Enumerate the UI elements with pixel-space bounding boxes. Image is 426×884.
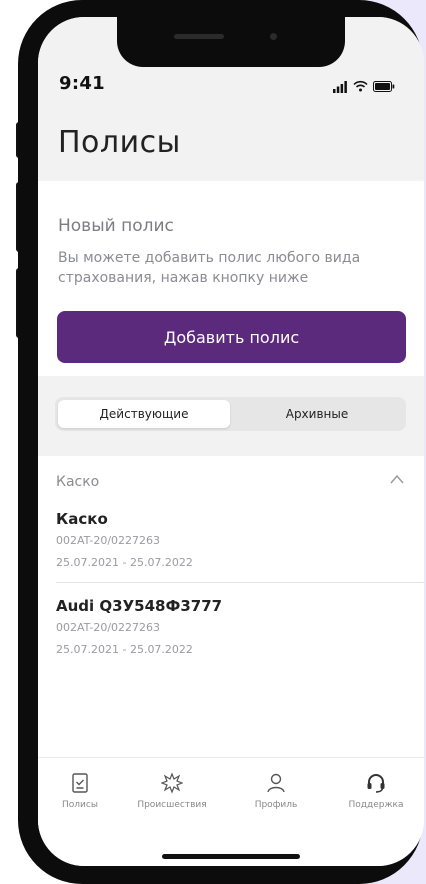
home-indicator bbox=[162, 854, 300, 859]
chevron-up-icon[interactable] bbox=[390, 474, 404, 484]
incident-icon bbox=[161, 772, 183, 794]
segmented-control: Действующие Архивные bbox=[55, 397, 406, 431]
app-screen: Полисы Новый полис Вы можете добавить по… bbox=[38, 17, 424, 866]
tabbar-item-policies[interactable]: Полисы bbox=[38, 772, 128, 810]
divider bbox=[56, 582, 424, 583]
tab-active[interactable]: Действующие bbox=[58, 400, 230, 428]
support-icon bbox=[367, 774, 385, 793]
policy-number: 002AT-20/0227263 bbox=[56, 534, 161, 547]
policy-title: Каско bbox=[56, 510, 108, 528]
notch bbox=[117, 17, 345, 67]
signal-icon bbox=[333, 81, 347, 93]
policy-number: 002AT-20/0227263 bbox=[56, 621, 161, 634]
tabbar-item-support[interactable]: Поддержка bbox=[328, 772, 424, 810]
tabbar-label: Полисы bbox=[62, 800, 98, 810]
tabbar-label: Профиль bbox=[254, 800, 298, 810]
list-item[interactable]: Audi Q3У548Ф3777 002AT-20/0227263 25.07.… bbox=[38, 597, 424, 677]
policy-list: Каско Каско 002AT-20/0227263 25.07.2021 … bbox=[38, 456, 424, 786]
profile-icon bbox=[267, 773, 285, 793]
new-policy-description: Вы можете добавить полис любого вида стр… bbox=[58, 250, 361, 286]
page-title: Полисы bbox=[58, 125, 181, 160]
tab-bar: Полисы Происшествия Профиль Поддержка bbox=[38, 757, 424, 866]
new-policy-card: Новый полис Вы можете добавить полис люб… bbox=[38, 181, 424, 376]
policy-icon bbox=[72, 773, 88, 793]
battery-icon bbox=[373, 81, 395, 92]
add-policy-button[interactable]: Добавить полис bbox=[57, 311, 406, 363]
front-camera bbox=[270, 33, 277, 40]
policy-dates: 25.07.2021 - 25.07.2022 bbox=[56, 556, 193, 569]
status-time: 9:41 bbox=[59, 73, 105, 94]
policy-dates: 25.07.2021 - 25.07.2022 bbox=[56, 643, 193, 656]
policy-title: Audi Q3У548Ф3777 bbox=[56, 597, 223, 615]
speaker-grille bbox=[174, 34, 224, 39]
tabbar-label: Поддержка bbox=[348, 800, 404, 810]
tabbar-item-profile[interactable]: Профиль bbox=[228, 772, 324, 810]
section-title: Каско bbox=[56, 474, 100, 490]
tab-archive[interactable]: Архивные bbox=[231, 400, 403, 428]
tabbar-item-incidents[interactable]: Происшествия bbox=[124, 772, 220, 810]
tabs-area: Действующие Архивные bbox=[38, 376, 424, 456]
wifi-icon bbox=[353, 80, 368, 92]
tabbar-label: Происшествия bbox=[137, 800, 207, 810]
new-policy-title: Новый полис bbox=[58, 216, 174, 236]
